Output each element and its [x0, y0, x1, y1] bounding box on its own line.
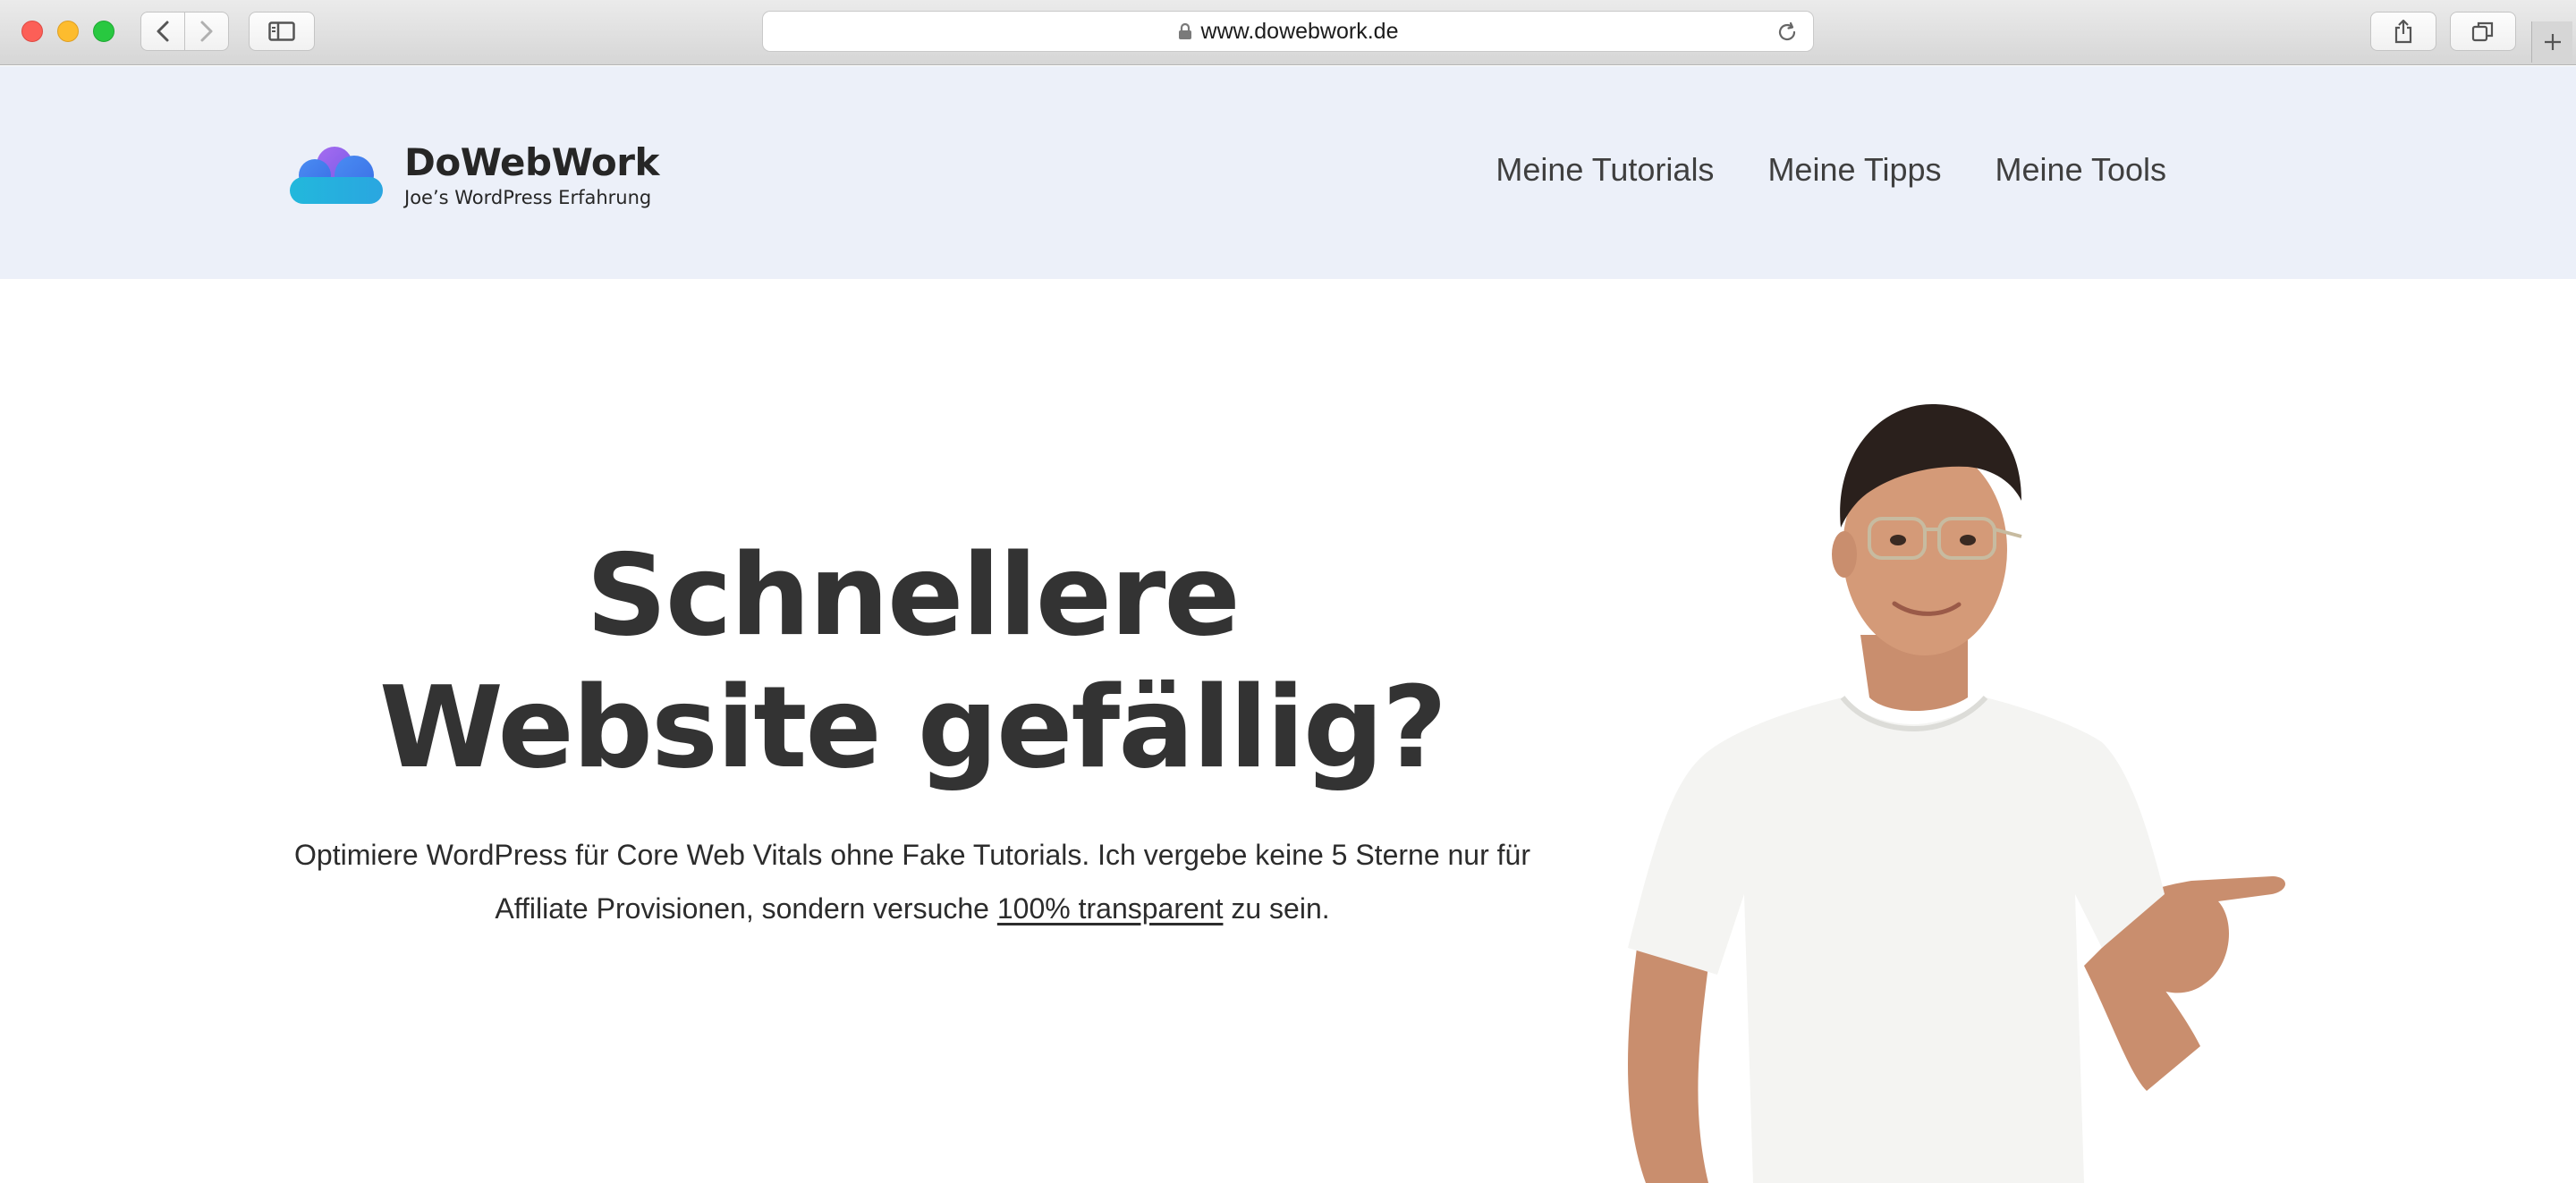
- show-tabs-button[interactable]: [2450, 12, 2516, 51]
- hero-text-after-link: zu sein.: [1223, 892, 1330, 925]
- hero-text-before-link: Affiliate Provisionen, sondern versuche: [495, 892, 997, 925]
- nav-link-tools[interactable]: Meine Tools: [1996, 150, 2166, 190]
- cloud-logo-icon: [290, 147, 383, 204]
- site-header: DoWebWork Joe’s WordPress Erfahrung Mein…: [0, 66, 2576, 279]
- site-logo[interactable]: DoWebWork Joe’s WordPress Erfahrung: [288, 141, 659, 209]
- share-icon: [2394, 19, 2412, 44]
- window-minimize-button[interactable]: [57, 21, 79, 42]
- window-zoom-button[interactable]: [93, 21, 114, 42]
- plus-icon: [2544, 34, 2561, 50]
- url-text: www.dowebwork.de: [1200, 18, 1399, 44]
- address-bar[interactable]: www.dowebwork.de: [762, 11, 1814, 52]
- hero-title: Schnellere Website gefällig?: [268, 529, 1556, 794]
- nav-link-tutorials[interactable]: Meine Tutorials: [1496, 150, 1714, 190]
- sidebar-icon: [268, 21, 295, 41]
- hero-title-line-1: Schnellere: [586, 529, 1241, 661]
- transparency-link[interactable]: 100% transparent: [997, 892, 1224, 925]
- reload-icon[interactable]: [1775, 21, 1799, 44]
- back-button[interactable]: [140, 12, 185, 51]
- sidebar-toggle-button[interactable]: [249, 12, 315, 51]
- hero-text-line-2: Affiliate Provisionen, sondern versuche …: [268, 882, 1556, 935]
- browser-toolbar: www.dowebwork.de: [0, 0, 2576, 65]
- hero-portrait-image: [1628, 404, 2285, 1183]
- main-navigation: Meine Tutorials Meine Tipps Meine Tools: [1496, 150, 2166, 190]
- hero-title-line-2: Website gefällig?: [378, 662, 1447, 793]
- tabs-icon: [2471, 21, 2494, 42]
- hero-description: Optimiere WordPress für Core Web Vitals …: [268, 828, 1556, 935]
- forward-button[interactable]: [184, 12, 229, 51]
- chevron-left-icon: [157, 21, 169, 42]
- window-close-button[interactable]: [21, 21, 43, 42]
- new-tab-button[interactable]: [2531, 21, 2572, 63]
- hero-text-line-1: Optimiere WordPress für Core Web Vitals …: [294, 839, 1530, 871]
- nav-link-tipps[interactable]: Meine Tipps: [1767, 150, 1941, 190]
- lock-icon: [1178, 22, 1192, 40]
- chevron-right-icon: [200, 21, 213, 42]
- share-button[interactable]: [2370, 12, 2436, 51]
- brand-name: DoWebWork: [404, 140, 659, 184]
- brand-tagline: Joe’s WordPress Erfahrung: [404, 187, 652, 208]
